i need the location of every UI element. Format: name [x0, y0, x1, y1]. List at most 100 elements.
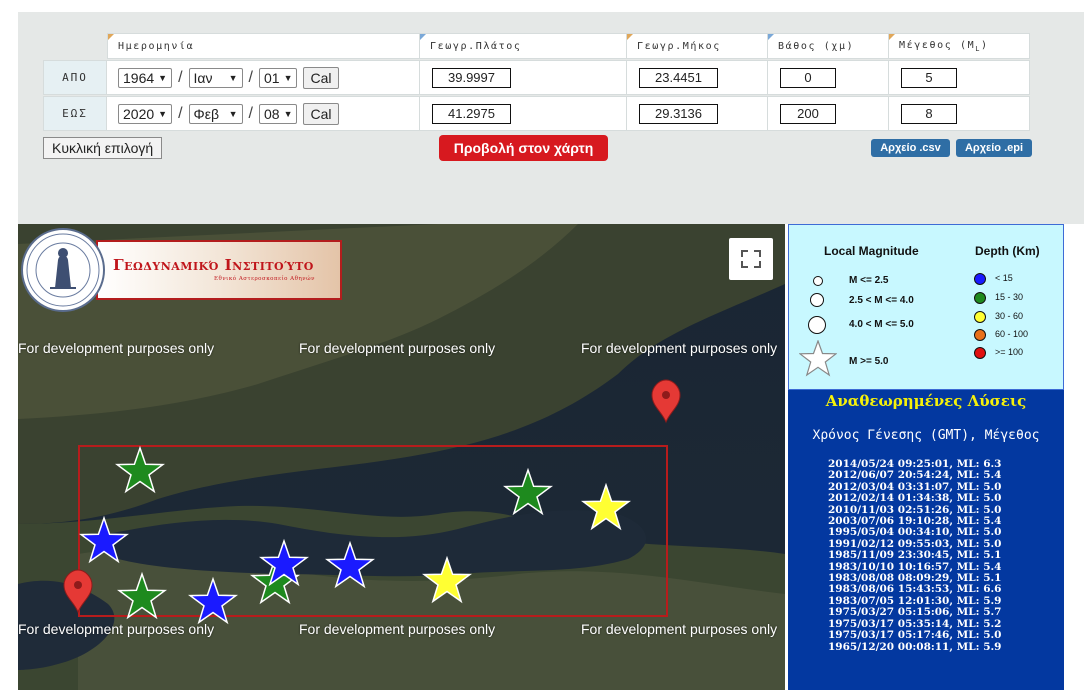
fullscreen-button[interactable]: [729, 238, 773, 280]
depth-cell-to: 200: [768, 96, 889, 131]
date-separator: /: [248, 104, 253, 122]
legend-mag-2: 2.5 < M <= 4.0: [849, 295, 914, 306]
earthquake-star-marker[interactable]: [78, 515, 130, 564]
map-legend: Local Magnitude Depth (Km) M <= 2.5 2.5 …: [788, 224, 1064, 390]
depth-green-icon: [974, 292, 986, 304]
revised-item[interactable]: 1975/03/17 05:17:46, ML: 5.0: [828, 629, 1001, 641]
legend-depth-title: Depth (Km): [975, 244, 1040, 258]
magnitude-cell-from: 5: [889, 60, 1030, 95]
revised-item[interactable]: 2012/02/14 01:34:38, ML: 5.0: [828, 492, 1001, 504]
magnitude-large-icon: [808, 316, 826, 334]
depth-yellow-icon: [974, 311, 986, 323]
header-depth-label: Βάθος (χμ): [778, 40, 855, 52]
revised-list: 2014/05/24 09:25:01, ML: 6.3 2012/06/07 2…: [828, 458, 1001, 653]
magnitude-input-to[interactable]: 8: [901, 103, 957, 124]
magnitude-medium-icon: [810, 293, 824, 307]
depth-orange-icon: [974, 329, 986, 341]
latitude-cell-from: 39.9997: [420, 60, 627, 95]
legend-depth-2: 15 - 30: [995, 292, 1024, 302]
magnitude-small-icon: [813, 276, 823, 286]
row-label-from: ΑΠΟ: [43, 60, 107, 95]
date-separator: /: [178, 68, 183, 86]
date-separator: /: [248, 68, 253, 86]
chevron-down-icon: ▼: [283, 72, 293, 83]
month-select-to[interactable]: Φεβ ▼: [188, 103, 243, 124]
latitude-cell-to: 41.2975: [420, 96, 627, 131]
depth-red-icon: [974, 347, 986, 359]
calendar-button-to[interactable]: Cal: [303, 102, 339, 125]
earthquake-star-marker[interactable]: [187, 576, 239, 625]
chevron-down-icon: ▼: [228, 72, 238, 83]
magnitude-cell-to: 8: [889, 96, 1030, 131]
institute-logo: Γεωδυναμικό Ινστιτούτο Εθνικό Αστεροσκοπ…: [18, 224, 343, 316]
legend-depth-1: < 15: [995, 273, 1013, 283]
longitude-input-from[interactable]: 23.4451: [639, 67, 718, 88]
earthquake-star-marker[interactable]: [324, 540, 376, 589]
revised-solutions-panel: Αναθεωρημένες Λύσεις Χρόνος Γένεσης (GMT…: [788, 390, 1064, 690]
revised-item[interactable]: 1975/03/27 05:15:06, ML: 5.7: [828, 606, 1001, 618]
date-cell-from: 1964 ▼ / Ιαν ▼ / 01 ▼ Cal: [107, 60, 420, 95]
year-select-from[interactable]: 1964 ▼: [118, 67, 173, 88]
filter-row-to: ΕΩΣ 2020 ▼ / Φεβ ▼ / 08 ▼ Cal 41.2975 29.31…: [43, 96, 1030, 131]
date-cell-to: 2020 ▼ / Φεβ ▼ / 08 ▼ Cal: [107, 96, 420, 131]
header-longitude-label: Γεωγρ.Μήκος: [637, 40, 721, 52]
legend-mag-1: M <= 2.5: [849, 275, 889, 286]
legend-depth-3: 30 - 60: [995, 311, 1024, 321]
magnitude-input-from[interactable]: 5: [901, 67, 957, 88]
header-latitude-label: Γεωγρ.Πλάτος: [430, 40, 522, 52]
circular-selection-button[interactable]: Κυκλική επιλογή: [43, 137, 163, 159]
filter-row-from: ΑΠΟ 1964 ▼ / Ιαν ▼ / 01 ▼ Cal 39.9997 23.44…: [43, 60, 1030, 95]
longitude-cell-from: 23.4451: [627, 60, 768, 95]
fullscreen-icon: [741, 250, 761, 268]
day-select-to[interactable]: 08 ▼: [258, 103, 298, 124]
depth-input-to[interactable]: 200: [780, 103, 836, 124]
legend-depth-4: 60 - 100: [995, 329, 1029, 339]
revised-item[interactable]: 1985/11/09 23:30:45, ML: 5.1: [828, 549, 1001, 561]
legend-magnitude-title: Local Magnitude: [824, 244, 919, 258]
earthquake-star-marker[interactable]: [421, 555, 473, 604]
legend-depth-5: >= 100: [995, 347, 1024, 357]
chevron-down-icon: ▼: [283, 108, 293, 119]
observatory-seal-icon: [21, 228, 105, 312]
magnitude-star-icon: [799, 340, 837, 377]
longitude-input-to[interactable]: 29.3136: [639, 103, 718, 124]
depth-cell-from: 0: [768, 60, 889, 95]
header-magnitude-label: Μέγεθος (ML): [899, 39, 989, 53]
latitude-input-from[interactable]: 39.9997: [432, 67, 511, 88]
earthquake-star-marker[interactable]: [114, 445, 166, 494]
header-magnitude: Μέγεθος (ML): [889, 33, 1030, 59]
map-canvas[interactable]: For development purposes only For develo…: [18, 224, 785, 690]
earthquake-star-marker[interactable]: [502, 467, 554, 516]
year-select-to[interactable]: 2020 ▼: [118, 103, 173, 124]
logo-title: Γεωδυναμικό Ινστιτούτο: [113, 256, 314, 274]
csv-download-button[interactable]: Αρχείο .csv: [871, 139, 950, 157]
depth-input-from[interactable]: 0: [780, 67, 836, 88]
earthquake-star-marker[interactable]: [580, 482, 632, 531]
month-select-from[interactable]: Ιαν ▼: [188, 67, 243, 88]
revised-subtitle: Χρόνος Γένεσης (GMT), Μέγεθος: [812, 428, 1040, 443]
calendar-button-from[interactable]: Cal: [303, 66, 339, 89]
header-depth: Βάθος (χμ): [768, 33, 889, 59]
chevron-down-icon: ▼: [158, 108, 168, 119]
longitude-cell-to: 29.3136: [627, 96, 768, 131]
row-label-to: ΕΩΣ: [43, 96, 107, 131]
revised-title: Αναθεωρημένες Λύσεις: [825, 392, 1027, 410]
day-select-from[interactable]: 01 ▼: [258, 67, 298, 88]
show-on-map-button[interactable]: Προβολή στον χάρτη: [439, 135, 608, 161]
revised-item[interactable]: 1965/12/20 00:08:11, ML: 5.9: [828, 641, 1001, 653]
depth-blue-icon: [974, 273, 986, 285]
legend-mag-4: M >= 5.0: [849, 356, 889, 367]
header-date: Ημερομηνία: [107, 33, 420, 59]
chevron-down-icon: ▼: [158, 72, 168, 83]
logo-subtitle: Εθνικό Αστεροσκοπείο Αθηνών: [214, 276, 315, 282]
date-separator: /: [178, 104, 183, 122]
latitude-input-to[interactable]: 41.2975: [432, 103, 511, 124]
epi-download-button[interactable]: Αρχείο .epi: [956, 139, 1032, 157]
header-longitude: Γεωγρ.Μήκος: [627, 33, 768, 59]
chevron-down-icon: ▼: [228, 108, 238, 119]
legend-mag-3: 4.0 < M <= 5.0: [849, 319, 914, 330]
filter-header-row: Ημερομηνία Γεωγρ.Πλάτος Γεωγρ.Μήκος Βάθο…: [107, 33, 1030, 59]
header-date-label: Ημερομηνία: [118, 40, 195, 52]
header-latitude: Γεωγρ.Πλάτος: [420, 33, 627, 59]
earthquake-star-marker[interactable]: [116, 571, 168, 620]
